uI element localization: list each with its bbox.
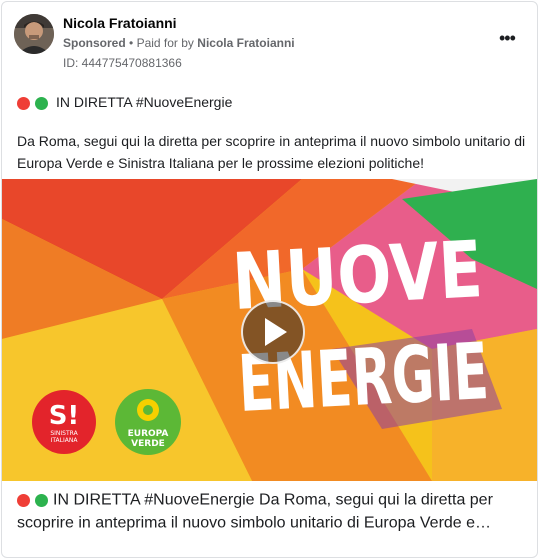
sponsored-label: Sponsored	[63, 36, 126, 50]
ad-id: ID: 444775470881366	[63, 56, 182, 70]
play-icon[interactable]	[241, 300, 305, 364]
avatar[interactable]	[14, 14, 54, 54]
sinistra-italiana-logo: S! SINISTRA ITALIANA	[32, 390, 96, 454]
paid-prefix: Paid for by	[136, 36, 194, 50]
sponsored-meta: Sponsored • Paid for by Nicola Fratoiann…	[63, 36, 295, 50]
meta-separator: •	[129, 36, 134, 50]
post-header: Nicola Fratoianni Sponsored • Paid for b…	[2, 2, 537, 74]
green-circle-icon	[35, 97, 48, 111]
ad-post-card: Nicola Fratoianni Sponsored • Paid for b…	[1, 1, 538, 558]
logo-right-text2: VERDE	[131, 439, 165, 449]
logo-left-text2: ITALIANA	[51, 437, 79, 444]
red-circle-icon	[17, 493, 30, 507]
logo-right-text1: EUROPA	[128, 429, 169, 439]
footer-live-dots	[17, 488, 53, 511]
post-footer-text[interactable]: IN DIRETTA #NuoveEnergie Da Roma, segui …	[17, 488, 527, 535]
logo-left-text1: SINISTRA	[50, 430, 78, 437]
paid-by-name: Nicola Fratoianni	[197, 36, 295, 50]
post-body: Da Roma, segui qui la diretta per scopri…	[17, 133, 526, 171]
play-triangle	[265, 318, 287, 346]
red-circle-icon	[17, 97, 30, 111]
more-options-icon[interactable]: •••	[499, 29, 516, 47]
green-circle-icon	[35, 493, 48, 507]
live-dots	[17, 94, 53, 111]
tagline-text: IN DIRETTA #NuoveEnergie	[56, 94, 233, 111]
author-name[interactable]: Nicola Fratoianni	[63, 15, 177, 31]
post-tagline: IN DIRETTA #NuoveEnergie	[17, 93, 232, 110]
europa-verde-logo: EUROPA VERDE	[115, 389, 181, 455]
paid-for-by: Paid for by Nicola Fratoianni	[137, 36, 295, 50]
footer-text: IN DIRETTA #NuoveEnergie Da Roma, segui …	[17, 491, 493, 532]
svg-text:S!: S!	[49, 401, 80, 431]
